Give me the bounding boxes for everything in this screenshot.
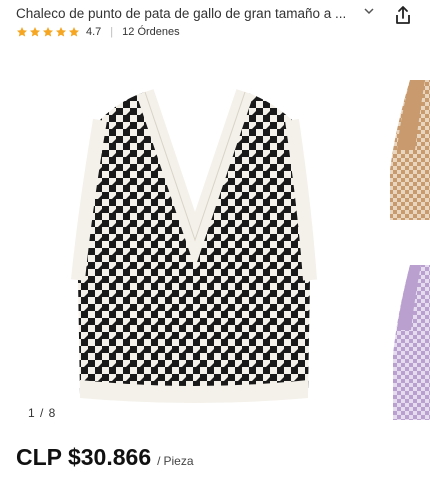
star-icon bbox=[43, 27, 53, 37]
price-amount: CLP $30.866 bbox=[16, 444, 152, 470]
product-title[interactable]: Chaleco de punto de pata de gallo de gra… bbox=[16, 6, 346, 21]
price-row: CLP $30.866 / Pieza bbox=[16, 444, 194, 471]
star-rating bbox=[16, 26, 80, 38]
product-title-row[interactable]: Chaleco de punto de pata de gallo de gra… bbox=[16, 4, 386, 22]
color-option-brown[interactable] bbox=[385, 70, 430, 230]
product-header: Chaleco de punto de pata de gallo de gra… bbox=[0, 0, 430, 44]
star-icon bbox=[30, 27, 40, 37]
product-image-vest[interactable] bbox=[60, 80, 330, 410]
product-image-gallery[interactable]: 1 / 8 bbox=[0, 50, 430, 430]
star-icon bbox=[17, 27, 27, 37]
price-unit-separator: / bbox=[157, 454, 161, 468]
share-icon[interactable] bbox=[392, 4, 414, 26]
price-unit: Pieza bbox=[163, 454, 194, 468]
rating-row[interactable]: 4.7 | 12 Órdenes bbox=[16, 24, 180, 40]
chevron-down-icon[interactable] bbox=[362, 4, 376, 18]
rating-divider: | bbox=[110, 26, 114, 38]
star-icon bbox=[56, 27, 66, 37]
image-page-indicator: 1 / 8 bbox=[28, 406, 57, 420]
rating-value: 4.7 bbox=[86, 26, 102, 38]
orders-count: 12 Órdenes bbox=[122, 26, 180, 38]
color-option-lilac[interactable] bbox=[385, 255, 430, 425]
star-icon bbox=[69, 27, 79, 37]
